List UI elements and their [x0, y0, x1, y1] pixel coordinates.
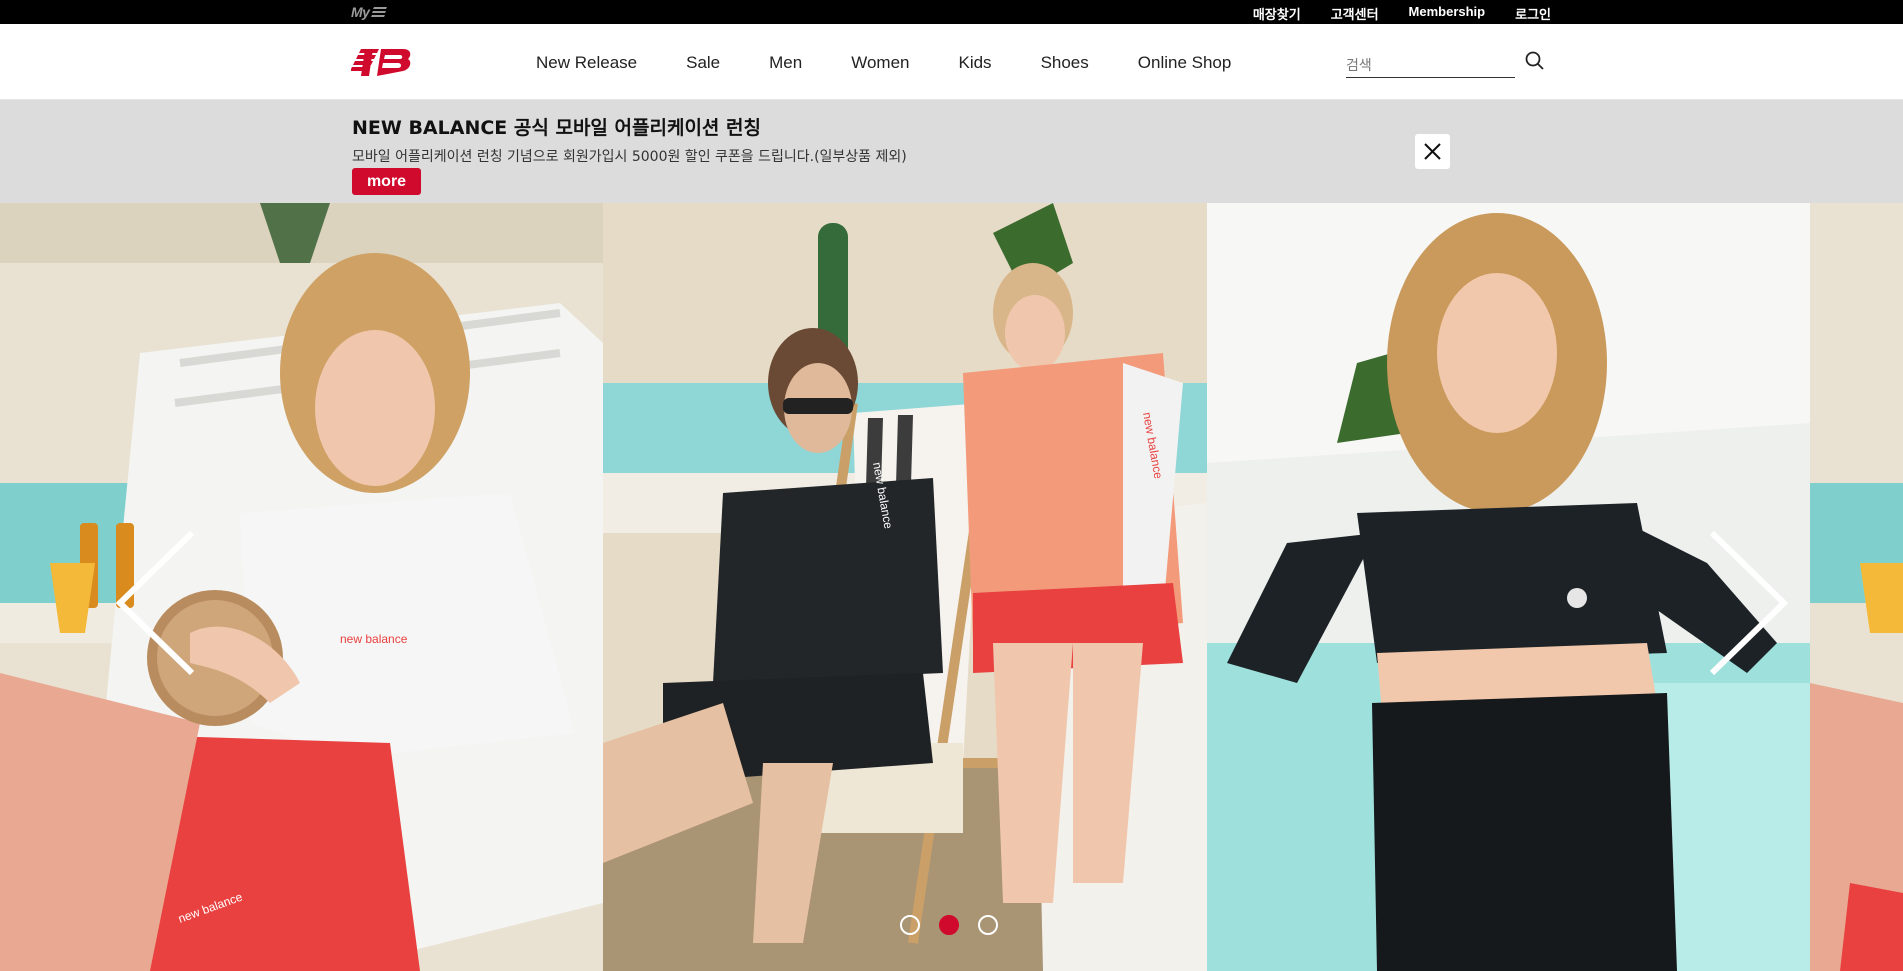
carousel-dot-3[interactable]: [978, 915, 998, 935]
hero-carousel[interactable]: new balance new balance new balance new …: [0, 203, 1903, 971]
search-input[interactable]: [1346, 46, 1515, 78]
nav-online-shop[interactable]: Online Shop: [1138, 53, 1232, 73]
nav-new-release[interactable]: New Release: [536, 53, 637, 73]
svg-text:new balance: new balance: [340, 632, 408, 646]
slide-image-2: new balance new balance: [603, 203, 1207, 971]
slide-image-4: [1810, 203, 1903, 971]
store-locator-link[interactable]: 매장찾기: [1253, 4, 1301, 23]
carousel-pagination: [900, 915, 998, 935]
chevron-right-icon: [1709, 530, 1789, 676]
carousel-prev-button[interactable]: [112, 528, 202, 678]
main-header: New Release Sale Men Women Kids Shoes On…: [0, 24, 1903, 100]
promo-title: NEW BALANCE 공식 모바일 어플리케이션 런칭: [352, 117, 761, 139]
utility-bar: My 매장찾기 고객센터 Membership 로그인: [0, 0, 1903, 24]
mynb-logo[interactable]: My: [351, 4, 397, 23]
nav-shoes[interactable]: Shoes: [1041, 53, 1089, 73]
promo-description: 모바일 어플리케이션 런칭 기념으로 회원가입시 5000원 할인 쿠폰을 드립…: [352, 149, 907, 165]
carousel-slide-2[interactable]: new balance new balance: [603, 203, 1207, 971]
carousel-dot-1[interactable]: [900, 915, 920, 935]
login-link[interactable]: 로그인: [1515, 4, 1551, 23]
svg-text:My: My: [351, 4, 371, 20]
search-box: [1346, 46, 1516, 78]
mynb-logo-icon: My: [351, 4, 387, 20]
close-icon: [1424, 143, 1441, 160]
carousel-slide-4[interactable]: [1810, 203, 1903, 971]
nav-women[interactable]: Women: [851, 53, 909, 73]
carousel-next-button[interactable]: [1702, 528, 1792, 678]
chevron-left-icon: [115, 530, 195, 676]
utility-links: 매장찾기 고객센터 Membership 로그인: [1253, 4, 1551, 23]
nav-sale[interactable]: Sale: [686, 53, 720, 73]
nav-kids[interactable]: Kids: [958, 53, 991, 73]
slide-image-1: new balance new balance: [0, 203, 603, 971]
promo-close-button[interactable]: [1415, 134, 1450, 169]
nb-logo-icon: [350, 49, 411, 76]
membership-link[interactable]: Membership: [1409, 4, 1486, 23]
promo-banner: NEW BALANCE 공식 모바일 어플리케이션 런칭 모바일 어플리케이션 …: [0, 100, 1903, 203]
carousel-dot-2[interactable]: [939, 915, 959, 935]
customer-center-link[interactable]: 고객센터: [1331, 4, 1379, 23]
search-icon[interactable]: [1525, 51, 1545, 71]
carousel-slide-1[interactable]: new balance new balance: [0, 203, 603, 971]
nav-men[interactable]: Men: [769, 53, 802, 73]
new-balance-logo[interactable]: [350, 47, 413, 78]
main-nav: New Release Sale Men Women Kids Shoes On…: [536, 53, 1231, 73]
promo-more-button[interactable]: more: [352, 168, 421, 195]
